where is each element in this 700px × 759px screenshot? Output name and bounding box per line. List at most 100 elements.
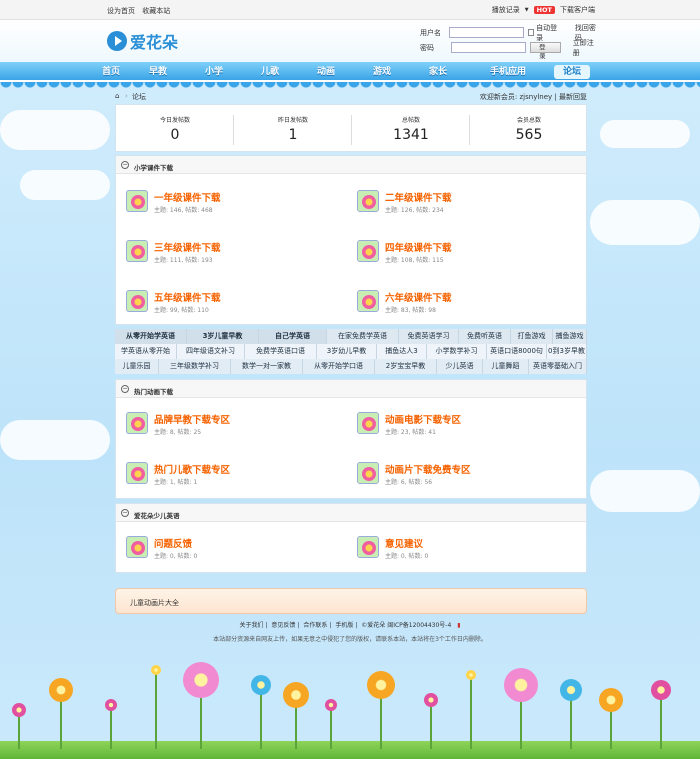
forum-name[interactable]: 动画片下载免费专区 <box>385 462 471 476</box>
background-cloud <box>590 470 700 512</box>
keyword-link[interactable]: 数学一对一家教 <box>231 359 303 374</box>
nav-item[interactable]: 手机应用 <box>466 65 550 79</box>
keyword-link[interactable]: 四年级语文补习 <box>177 344 245 359</box>
login-button[interactable]: 登录 <box>530 42 561 60</box>
home-icon[interactable]: ⌂ <box>115 92 119 100</box>
password-input[interactable] <box>451 42 527 53</box>
nav-item[interactable]: 早教 <box>130 65 186 79</box>
section-header: − 爱花朵少儿英语 <box>116 504 586 522</box>
auto-login-checkbox[interactable]: 自动登录 <box>527 23 561 43</box>
keyword-link[interactable]: 从零开始学口语 <box>303 359 375 374</box>
collapse-icon[interactable]: − <box>121 385 129 393</box>
forum-item[interactable]: 四年级课件下载 主题: 108, 帖数: 115 <box>347 236 547 276</box>
keyword-link[interactable]: 2岁宝宝早教 <box>375 359 437 374</box>
set-home-link[interactable]: 设为首页 <box>107 7 135 15</box>
keyword-link[interactable]: 免费英语学习 <box>399 329 459 344</box>
top-left-links: 设为首页 收藏本站 <box>107 6 175 16</box>
keyword-link[interactable]: 在家免费学英语 <box>327 329 399 344</box>
nav-item[interactable]: 儿歌 <box>242 65 298 79</box>
forum-name[interactable]: 热门儿歌下载专区 <box>154 462 230 476</box>
forum-name[interactable]: 五年级课件下载 <box>154 290 221 304</box>
flower-bloom <box>283 682 309 708</box>
nav-item[interactable]: 动画 <box>298 65 354 79</box>
site-logo[interactable]: 爱花朵 <box>107 29 178 53</box>
breadcrumb-current[interactable]: 论坛 <box>132 92 146 102</box>
keyword-link[interactable]: 学英语从零开始 <box>115 344 177 359</box>
forum-item[interactable]: 动画电影下载专区 主题: 23, 帖数: 41 <box>347 408 547 448</box>
forum-meta: 主题: 99, 帖数: 110 <box>154 307 209 314</box>
password-label: 密码 <box>420 43 434 52</box>
forum-name[interactable]: 动画电影下载专区 <box>385 412 461 426</box>
forum-item[interactable]: 品牌早教下载专区 主题: 8, 帖数: 25 <box>116 408 316 448</box>
keyword-link[interactable]: 3岁幼儿早教 <box>317 344 377 359</box>
background-cloud <box>0 420 110 460</box>
nav-item[interactable]: 首页 <box>92 65 130 79</box>
forum-item[interactable]: 热门儿歌下载专区 主题: 1, 帖数: 1 <box>116 458 316 498</box>
flower-bloom <box>367 671 395 699</box>
footer-contact-link[interactable]: 合作联系 <box>303 622 327 629</box>
forum-meta: 主题: 83, 帖数: 98 <box>385 307 436 314</box>
keyword-link[interactable]: 3岁儿童早教 <box>187 329 259 344</box>
bookmark-link[interactable]: 收藏本站 <box>142 7 170 15</box>
keyword-link[interactable]: 打鱼游戏 <box>511 329 553 344</box>
keyword-link[interactable]: 免费听英语 <box>459 329 511 344</box>
forum-item[interactable]: 三年级课件下载 主题: 111, 帖数: 193 <box>116 236 316 276</box>
logo-text: 爱花朵 <box>130 33 179 52</box>
keyword-link[interactable]: 儿童乐园 <box>115 359 159 374</box>
forum-item[interactable]: 问题反馈 主题: 0, 帖数: 0 <box>116 532 316 572</box>
section-header: − 热门动画下载 <box>116 380 586 398</box>
forum-name[interactable]: 一年级课件下载 <box>154 190 221 204</box>
stats-chart-icon[interactable]: ▮ <box>457 622 460 629</box>
nav-item[interactable]: 家长 <box>410 65 466 79</box>
cartoon-banner[interactable]: 儿童动画片大全 <box>115 588 587 614</box>
forum-item[interactable]: 动画片下载免费专区 主题: 6, 帖数: 56 <box>347 458 547 498</box>
forum-name[interactable]: 三年级课件下载 <box>154 240 221 254</box>
keyword-link[interactable]: 捕鱼达人3 <box>377 344 427 359</box>
collapse-icon[interactable]: − <box>121 509 129 517</box>
nav-item[interactable]: 游戏 <box>354 65 410 79</box>
section-english: − 爱花朵少儿英语 问题反馈 主题: 0, 帖数: 0 意见建议 主题: 0, … <box>115 503 587 573</box>
footer-icp[interactable]: ©爱花朵 闽ICP备12004430号-4 <box>361 622 451 629</box>
keyword-links: 从零开始学英语 3岁儿童早教 自己学英语 在家免费学英语 免费英语学习 免费听英语 打鱼游戏… <box>115 329 587 374</box>
keyword-link[interactable]: 捕鱼游戏 <box>553 329 587 344</box>
keyword-link[interactable]: 小学数学补习 <box>427 344 487 359</box>
keyword-link[interactable]: 从零开始学英语 <box>115 329 187 344</box>
play-history-link[interactable]: 播放记录 <box>492 5 520 15</box>
keyword-link[interactable]: 儿童舞蹈 <box>483 359 529 374</box>
nav-item[interactable]: 论坛 <box>554 65 590 79</box>
collapse-icon[interactable]: − <box>121 161 129 169</box>
forum-item[interactable]: 二年级课件下载 主题: 126, 帖数: 234 <box>347 186 547 226</box>
register-link[interactable]: 立即注册 <box>573 38 600 58</box>
forum-name[interactable]: 六年级课件下载 <box>385 290 452 304</box>
keyword-link[interactable]: 少儿英语 <box>437 359 483 374</box>
footer-feedback-link[interactable]: 意见反馈 <box>271 622 295 629</box>
forum-item[interactable]: 六年级课件下载 主题: 83, 帖数: 98 <box>347 286 547 326</box>
forum-stats: 今日发帖数 0 昨日发帖数 1 总帖数 1341 会员总数 565 <box>115 104 587 152</box>
forum-name[interactable]: 二年级课件下载 <box>385 190 452 204</box>
forum-name[interactable]: 四年级课件下载 <box>385 240 452 254</box>
footer-about-link[interactable]: 关于我们 <box>239 622 263 629</box>
forum-meta: 主题: 108, 帖数: 115 <box>385 257 444 264</box>
keyword-link[interactable]: 0到3岁早教 <box>547 344 587 359</box>
forum-name[interactable]: 意见建议 <box>385 536 423 550</box>
forum-name[interactable]: 问题反馈 <box>154 536 192 550</box>
download-client-link[interactable]: 下载客户端 <box>560 5 595 15</box>
nav-item[interactable]: 小学 <box>186 65 242 79</box>
welcome-new-member[interactable]: 欢迎新会员: zjsnylney <box>480 93 552 101</box>
latest-replies-link[interactable]: 最新回复 <box>559 93 587 101</box>
forum-item[interactable]: 一年级课件下载 主题: 146, 帖数: 468 <box>116 186 316 226</box>
forum-item[interactable]: 五年级课件下载 主题: 99, 帖数: 110 <box>116 286 316 326</box>
main-nav: 首页 早教 小学 儿歌 动画 游戏 家长 手机应用 论坛 <box>0 62 700 82</box>
stat-member-total: 会员总数 565 <box>470 115 588 143</box>
keyword-link[interactable]: 自己学英语 <box>259 329 327 344</box>
forum-name[interactable]: 品牌早教下载专区 <box>154 412 230 426</box>
banner-text[interactable]: 儿童动画片大全 <box>130 598 179 608</box>
footer-mobile-link[interactable]: 手机版 <box>335 622 353 629</box>
keyword-link[interactable]: 免费学英语口语 <box>245 344 317 359</box>
flower-bloom <box>183 662 219 698</box>
keyword-link[interactable]: 英语口语8000句 <box>487 344 547 359</box>
username-input[interactable] <box>448 27 524 38</box>
keyword-link[interactable]: 英语零基础入门 <box>529 359 587 374</box>
forum-item[interactable]: 意见建议 主题: 0, 帖数: 0 <box>347 532 547 572</box>
keyword-link[interactable]: 三年级数学补习 <box>159 359 231 374</box>
